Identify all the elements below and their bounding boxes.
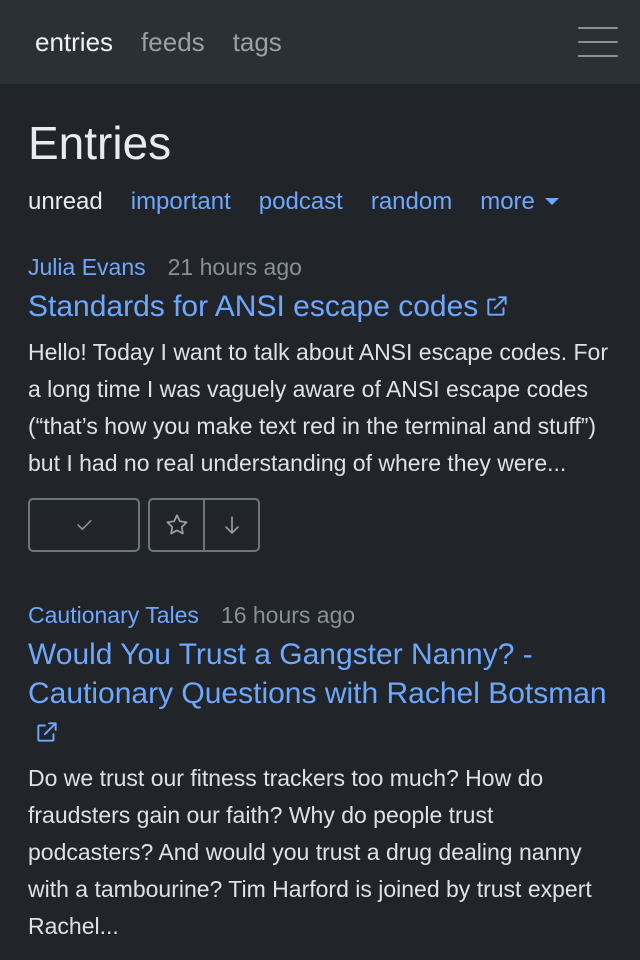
entry-time: 21 hours ago: [167, 254, 302, 280]
entry-source-link[interactable]: Julia Evans: [28, 254, 146, 281]
star-button[interactable]: [150, 500, 203, 550]
filter-unread[interactable]: unread: [28, 188, 103, 216]
hamburger-icon[interactable]: [578, 27, 618, 57]
entry-summary: Hello! Today I want to talk about ANSI e…: [28, 339, 609, 476]
entry-item: Julia Evans 21 hours ago Standards for A…: [28, 254, 612, 552]
filter-more-label: more: [480, 188, 535, 215]
entry-summary: Do we trust our fitness trackers too muc…: [28, 765, 592, 939]
star-icon: [166, 514, 187, 535]
entry-actions: [28, 498, 612, 552]
entry-title-link[interactable]: Standards for ANSI escape codes: [28, 287, 612, 326]
entry-title-text: Would You Trust a Gangster Nanny? - Caut…: [28, 638, 607, 710]
filter-random[interactable]: random: [371, 188, 452, 216]
check-icon: [77, 520, 92, 530]
entry-time: 16 hours ago: [220, 602, 356, 628]
entry-button-group: [148, 498, 260, 552]
mark-read-button[interactable]: [28, 498, 140, 552]
download-button[interactable]: [203, 500, 258, 550]
top-navbar: entries feeds tags: [0, 0, 640, 84]
entry-meta: Julia Evans 21 hours ago: [28, 254, 612, 281]
arrow-down-icon: [224, 516, 239, 534]
entry-title-text: Standards for ANSI escape codes: [28, 290, 479, 323]
nav-links: entries feeds tags: [35, 27, 578, 58]
filter-podcast[interactable]: podcast: [259, 188, 343, 216]
nav-link-tags[interactable]: tags: [233, 27, 282, 58]
caret-down-icon: [544, 198, 559, 205]
filter-tabs: unread important podcast random more: [28, 188, 612, 216]
entry-item: Cautionary Tales 16 hours ago Would You …: [28, 602, 612, 945]
nav-link-entries[interactable]: entries: [35, 27, 113, 58]
filter-more-dropdown[interactable]: more: [480, 188, 559, 216]
entry-source-link[interactable]: Cautionary Tales: [28, 602, 199, 629]
page-title: Entries: [28, 117, 172, 169]
nav-link-feeds[interactable]: feeds: [141, 27, 205, 58]
filter-important[interactable]: important: [131, 188, 231, 216]
entry-meta: Cautionary Tales 16 hours ago: [28, 602, 612, 629]
entry-title-link[interactable]: Would You Trust a Gangster Nanny? - Caut…: [28, 635, 612, 752]
external-link-icon[interactable]: [484, 293, 510, 319]
main-content: Entries unread important podcast random …: [0, 116, 640, 945]
external-link-icon[interactable]: [34, 719, 60, 745]
